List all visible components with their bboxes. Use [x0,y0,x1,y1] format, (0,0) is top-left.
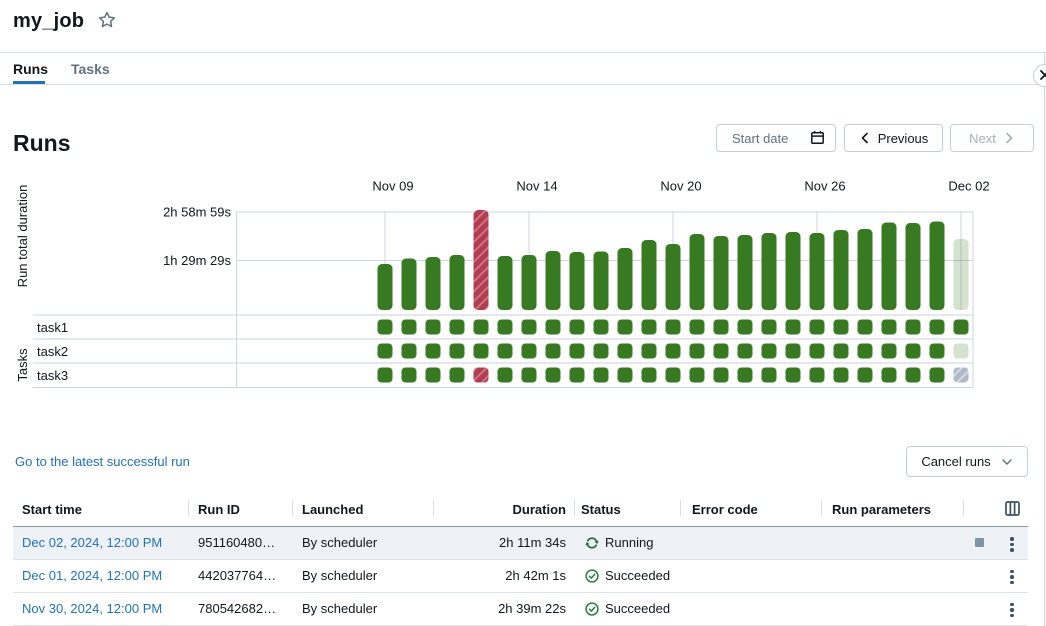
svg-text:Nov 20: Nov 20 [660,179,701,194]
svg-text:Nov 14: Nov 14 [516,179,557,194]
svg-text:Nov 26: Nov 26 [804,179,845,194]
svg-text:task2: task2 [37,344,68,359]
svg-text:Dec 02: Dec 02 [948,179,989,194]
svg-text:2h 58m 59s: 2h 58m 59s [163,205,231,220]
svg-text:Run total duration: Run total duration [15,185,30,288]
svg-text:Tasks: Tasks [15,348,30,382]
svg-text:Nov 09: Nov 09 [372,179,413,194]
svg-text:task3: task3 [37,368,68,383]
svg-text:task1: task1 [37,320,68,335]
svg-text:1h 29m 29s: 1h 29m 29s [163,253,231,268]
